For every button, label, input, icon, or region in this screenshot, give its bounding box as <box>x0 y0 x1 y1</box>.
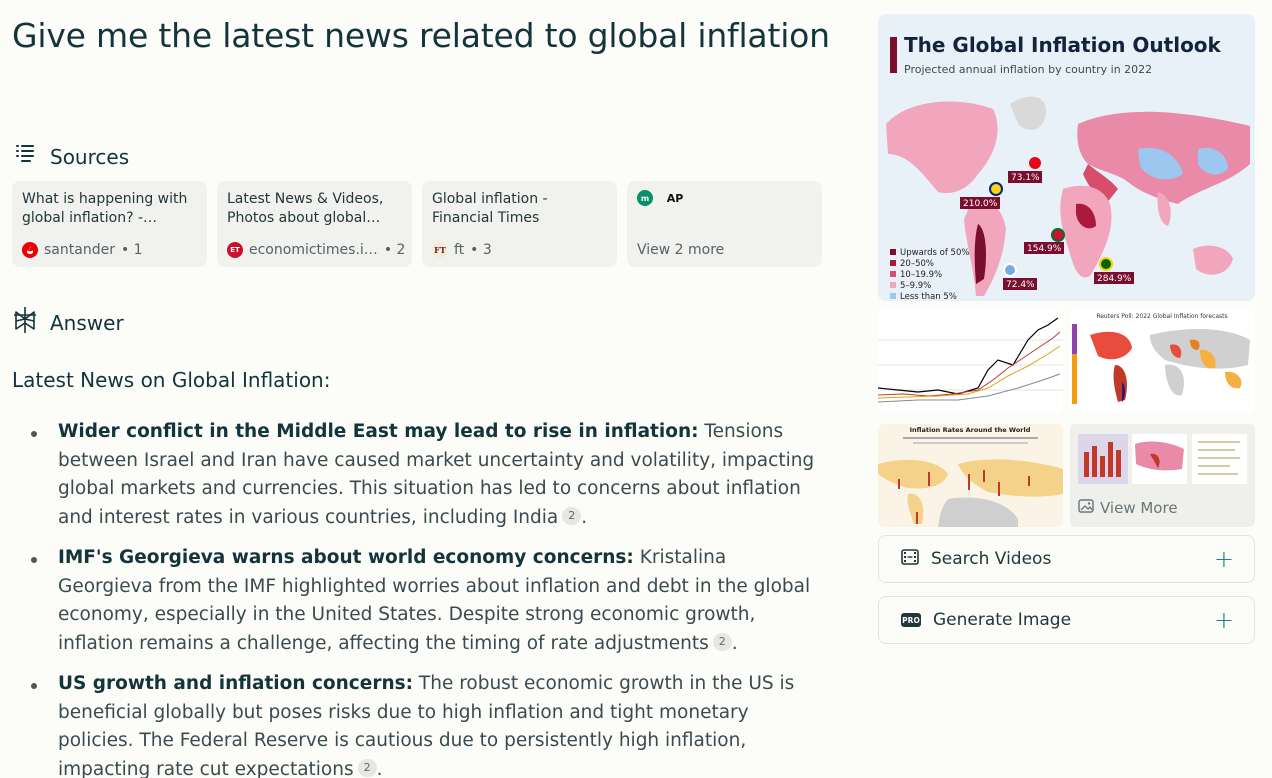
generate-image-label: Generate Image <box>933 610 1072 630</box>
video-icon <box>901 548 919 570</box>
source-card[interactable]: Global inflation - Financial Times FT ft… <box>422 181 617 267</box>
view-more-button[interactable]: View More <box>1078 499 1178 517</box>
search-videos-button[interactable]: Search Videos + <box>878 535 1255 583</box>
view-more-sources-card[interactable]: m AP View 2 more <box>627 181 822 267</box>
source-meta: FT ft • 3 <box>432 242 607 258</box>
legend-item: 10–19.9% <box>900 270 942 280</box>
map-value-label: 154.9% <box>1027 244 1062 254</box>
item-heading: Wider conflict in the Middle East may le… <box>58 421 699 442</box>
santander-icon <box>22 242 38 258</box>
source-meta: santander • 1 <box>22 242 197 258</box>
thumbnail-caption: Inflation Rates Around the World <box>910 426 1031 434</box>
view-more-label: View More <box>1100 499 1178 517</box>
list-item: Wider conflict in the Middle East may le… <box>12 418 822 532</box>
citation-badge[interactable]: 2 <box>562 506 582 525</box>
map-value-label: 72.4% <box>1006 280 1035 290</box>
item-heading: IMF's Georgieva warns about world econom… <box>58 547 634 568</box>
mint-icon: m <box>637 190 653 206</box>
source-card[interactable]: Latest News & Videos, Photos about globa… <box>217 181 412 267</box>
reuters-forecast-map-thumbnail[interactable]: Reuters Poll: 2022 Global Inflation fore… <box>1070 310 1255 413</box>
answer-heading: Answer <box>50 310 124 335</box>
citation-badge[interactable]: 2 <box>712 632 732 651</box>
plus-icon: + <box>1213 545 1234 573</box>
generate-image-button[interactable]: PRO Generate Image + <box>878 596 1255 644</box>
sources-icon <box>12 141 38 172</box>
item-end: . <box>731 632 738 654</box>
search-videos-label: Search Videos <box>931 549 1052 569</box>
more-source-icons: m AP <box>637 190 812 206</box>
legend-item: Less than 5% <box>900 292 957 301</box>
source-title: What is happening with global inflation?… <box>22 191 188 226</box>
sources-heading: Sources <box>50 144 130 169</box>
source-number: • 2 <box>383 242 406 258</box>
map-subtitle: Projected annual inflation by country in… <box>904 63 1152 76</box>
map-title: The Global Inflation Outlook <box>904 33 1222 57</box>
sources-list: What is happening with global inflation?… <box>12 181 822 267</box>
source-title: Latest News & Videos, Photos about globa… <box>227 191 384 226</box>
thumbnail-caption: Reuters Poll: 2022 Global Inflation fore… <box>1096 313 1227 320</box>
citation-badge[interactable]: 2 <box>357 758 377 777</box>
source-site: ft <box>454 242 465 258</box>
map-value-label: 284.9% <box>1097 274 1132 284</box>
inflation-rates-world-thumbnail[interactable]: Inflation Rates Around the World <box>878 424 1063 527</box>
source-site: economictimes.i… <box>249 242 378 258</box>
item-heading: US growth and inflation concerns: <box>58 673 414 694</box>
list-item: IMF's Georgieva warns about world econom… <box>12 544 822 658</box>
source-site: santander <box>44 242 115 258</box>
source-number: • 3 <box>470 242 492 258</box>
ft-icon: FT <box>432 242 448 258</box>
map-value-label: 210.0% <box>963 199 998 209</box>
pro-badge-icon: PRO <box>901 613 921 627</box>
source-card[interactable]: What is happening with global inflation?… <box>12 181 207 267</box>
source-number: • 1 <box>120 242 143 258</box>
legend-item: 20–50% <box>900 259 934 269</box>
answer-title: Latest News on Global Inflation: <box>12 368 331 392</box>
view-more-sources-label: View 2 more <box>637 242 725 258</box>
plus-icon: + <box>1213 606 1234 634</box>
item-end: . <box>376 758 383 778</box>
list-item: US growth and inflation concerns: The ro… <box>12 670 822 778</box>
inflation-map-image[interactable]: The Global Inflation Outlook Projected a… <box>878 14 1255 301</box>
source-title: Global inflation - Financial Times <box>432 191 548 226</box>
answer-list: Wider conflict in the Middle East may le… <box>12 418 822 778</box>
sources-header: Sources <box>12 141 129 172</box>
map-value-label: 73.1% <box>1011 173 1040 183</box>
source-meta: ET economictimes.i… • 2 <box>227 242 405 258</box>
answer-header: Answer <box>12 306 124 339</box>
legend-item: Upwards of 50% <box>900 248 969 258</box>
ap-news-icon: AP <box>666 191 684 205</box>
legend-item: 5–9.9% <box>900 281 931 291</box>
query-title: Give me the latest news related to globa… <box>12 16 830 55</box>
economictimes-icon: ET <box>227 242 243 258</box>
item-end: . <box>581 506 588 528</box>
perplexity-logo-icon <box>12 306 38 339</box>
main-column: Give me the latest news related to globa… <box>12 14 842 778</box>
view-more-images-tile[interactable]: View More <box>1070 424 1255 527</box>
image-icon <box>1078 499 1094 517</box>
inflation-line-chart-thumbnail[interactable] <box>878 310 1063 413</box>
